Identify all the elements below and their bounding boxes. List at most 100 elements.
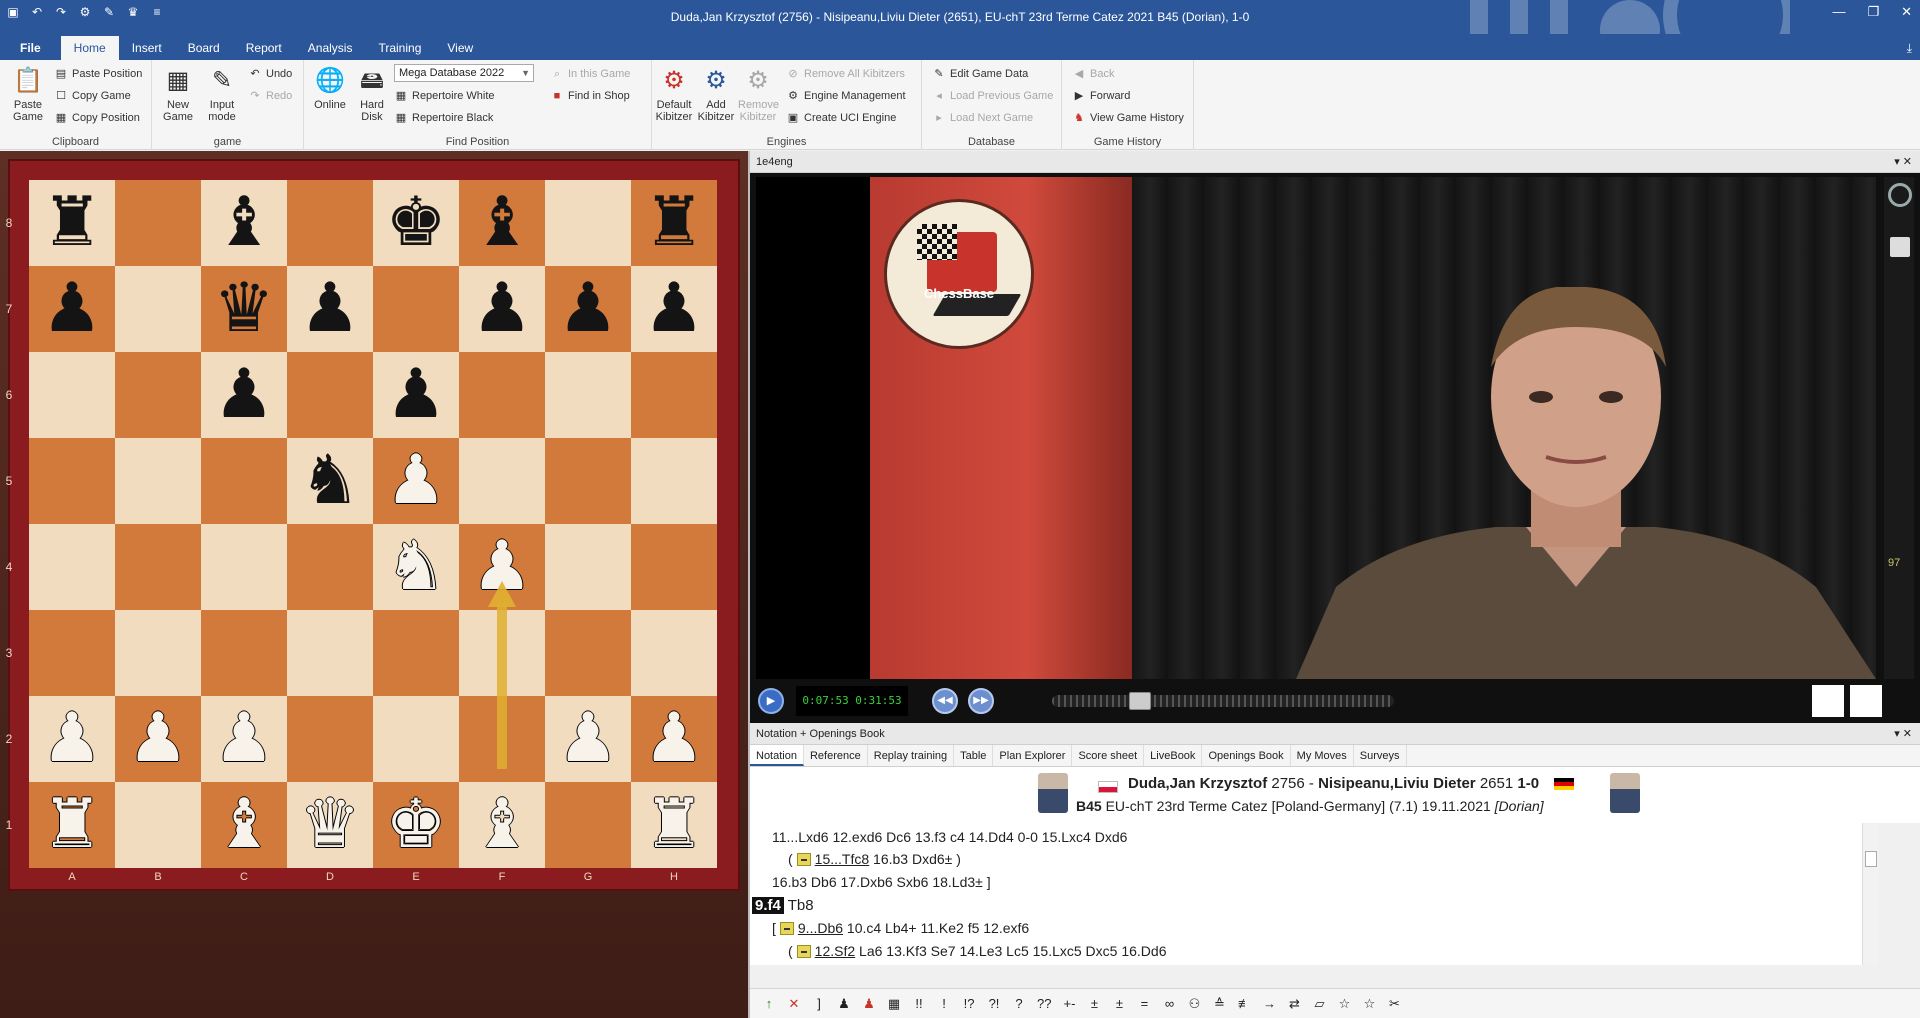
square-g6[interactable]: [545, 352, 631, 438]
square-e6[interactable]: ♟: [373, 352, 459, 438]
square-a4[interactable]: [29, 524, 115, 610]
repertoire-white-button[interactable]: ▦ Repertoire White: [394, 86, 495, 106]
tab-insert[interactable]: Insert: [119, 36, 175, 60]
variation-collapse-button[interactable]: [779, 922, 794, 935]
tab-livebook[interactable]: LiveBook: [1144, 745, 1203, 766]
white-knight-icon[interactable]: ♞: [386, 533, 447, 601]
paste-game-button[interactable]: 📋 Paste Game: [8, 66, 48, 123]
notation-line-current[interactable]: 9.f4 Tb8: [752, 897, 814, 914]
remove-all-kibitzers-button[interactable]: ⊘ Remove All Kibitzers: [786, 64, 904, 84]
tab-file[interactable]: File: [0, 36, 61, 60]
tab-analysis[interactable]: Analysis: [295, 36, 366, 60]
load-previous-game-button[interactable]: ◂ Load Previous Game: [932, 86, 1053, 106]
add-kibitzer-button[interactable]: ⚙ Add Kibitzer: [696, 66, 736, 123]
volume-handle[interactable]: [1890, 237, 1910, 257]
square-h1[interactable]: ♜: [631, 782, 717, 868]
video-frame[interactable]: ChessBase: [756, 177, 1876, 679]
annotation-symbol-button[interactable]: !!: [912, 996, 926, 1011]
square-c4[interactable]: [201, 524, 287, 610]
square-e7[interactable]: [373, 266, 459, 352]
view-game-history-button[interactable]: ♞ View Game History: [1072, 108, 1184, 128]
square-e8[interactable]: ♚: [373, 180, 459, 266]
black-bishop-icon[interactable]: ♝: [472, 189, 533, 257]
tab-training[interactable]: Training: [365, 36, 434, 60]
annotation-symbol-button[interactable]: ?: [1012, 996, 1026, 1011]
black-pawn-icon[interactable]: ♟: [42, 275, 103, 343]
white-king-icon[interactable]: ♚: [386, 791, 447, 859]
create-uci-engine-button[interactable]: ▣ Create UCI Engine: [786, 108, 897, 128]
pane-close-icon[interactable]: ▾ ✕: [1894, 151, 1912, 173]
rewind-button[interactable]: ◀◀: [932, 688, 958, 714]
annotation-symbol-button[interactable]: !?: [962, 996, 976, 1011]
square-g8[interactable]: [545, 180, 631, 266]
black-pawn-icon[interactable]: ♟: [558, 275, 619, 343]
white-rook-icon[interactable]: ♜: [42, 791, 103, 859]
tab-surveys[interactable]: Surveys: [1354, 745, 1407, 766]
back-button[interactable]: ◀ Back: [1072, 64, 1115, 84]
square-d4[interactable]: [287, 524, 373, 610]
black-pawn-icon[interactable]: ♟: [300, 275, 361, 343]
copy-game-button[interactable]: ☐ Copy Game: [54, 86, 131, 106]
forward-button[interactable]: ▶ Forward: [1072, 86, 1131, 106]
square-f4[interactable]: ♟: [459, 524, 545, 610]
annotation-symbol-button[interactable]: ±: [1112, 996, 1126, 1011]
white-pawn-icon[interactable]: ♟: [214, 705, 275, 773]
square-g5[interactable]: [545, 438, 631, 524]
black-pawn-icon[interactable]: ♟: [644, 275, 705, 343]
square-a3[interactable]: [29, 610, 115, 696]
square-g3[interactable]: [545, 610, 631, 696]
square-a2[interactable]: ♟: [29, 696, 115, 782]
annotation-symbol-button[interactable]: ≢: [1237, 996, 1251, 1011]
seek-bar[interactable]: [1052, 692, 1394, 710]
input-mode-button[interactable]: ✎ Input mode: [202, 66, 242, 123]
notation-text[interactable]: 11...Lxd6 12.exd6 Dc6 13.f3 c4 14.Dd4 0-…: [750, 823, 1878, 965]
square-b3[interactable]: [115, 610, 201, 696]
copy-position-button[interactable]: ▦ Copy Position: [54, 108, 140, 128]
white-bishop-icon[interactable]: ♝: [472, 791, 533, 859]
annotation-symbol-button[interactable]: ⚇: [1187, 996, 1201, 1012]
tab-notation[interactable]: Notation: [750, 745, 804, 766]
square-f1[interactable]: ♝: [459, 782, 545, 868]
white-pawn-icon[interactable]: ♟: [386, 447, 447, 515]
square-h4[interactable]: [631, 524, 717, 610]
tab-plan-explorer[interactable]: Plan Explorer: [993, 745, 1073, 766]
square-g2[interactable]: ♟: [545, 696, 631, 782]
database-select[interactable]: Mega Database 2022 ▼: [394, 64, 534, 82]
tab-report[interactable]: Report: [233, 36, 295, 60]
square-g1[interactable]: [545, 782, 631, 868]
annotation-symbol-button[interactable]: ♟: [837, 996, 851, 1012]
video-option-button[interactable]: [1812, 685, 1844, 717]
square-a7[interactable]: ♟: [29, 266, 115, 352]
square-e3[interactable]: [373, 610, 459, 696]
in-this-game-button[interactable]: ⌕ In this Game: [550, 64, 630, 84]
square-e2[interactable]: [373, 696, 459, 782]
volume-slider[interactable]: 97: [1884, 177, 1914, 679]
notation-line[interactable]: [9...Db6 10.c4 Lb4+ 11.Ke2 f5 12.exf6: [772, 920, 1029, 936]
square-f3[interactable]: [459, 610, 545, 696]
scroll-thumb[interactable]: [1865, 851, 1877, 867]
square-c6[interactable]: ♟: [201, 352, 287, 438]
fast-forward-button[interactable]: ▶▶: [968, 688, 994, 714]
square-b6[interactable]: [115, 352, 201, 438]
notation-scrollbar[interactable]: [1862, 823, 1878, 965]
square-h3[interactable]: [631, 610, 717, 696]
white-pawn-icon[interactable]: ♟: [128, 705, 189, 773]
square-f2[interactable]: [459, 696, 545, 782]
find-in-shop-button[interactable]: ■ Find in Shop: [550, 86, 630, 106]
square-d7[interactable]: ♟: [287, 266, 373, 352]
annotation-symbol-button[interactable]: ↑: [762, 996, 776, 1011]
square-b7[interactable]: [115, 266, 201, 352]
tab-openings-book[interactable]: Openings Book: [1202, 745, 1291, 766]
square-c5[interactable]: [201, 438, 287, 524]
annotation-symbol-button[interactable]: ▦: [887, 996, 901, 1012]
square-h6[interactable]: [631, 352, 717, 438]
square-e1[interactable]: ♚: [373, 782, 459, 868]
video-option-button[interactable]: [1850, 685, 1882, 717]
annotation-symbol-button[interactable]: →: [1262, 996, 1276, 1011]
annotation-symbol-button[interactable]: ✕: [787, 996, 801, 1012]
default-kibitzer-button[interactable]: ⚙ Default Kibitzer: [654, 66, 694, 123]
white-pawn-icon[interactable]: ♟: [644, 705, 705, 773]
tab-reference[interactable]: Reference: [804, 745, 868, 766]
notation-line[interactable]: (12.Sf2 La6 13.Kf3 Se7 14.Le3 Lc5 15.Lxc…: [788, 943, 1167, 959]
square-b8[interactable]: [115, 180, 201, 266]
